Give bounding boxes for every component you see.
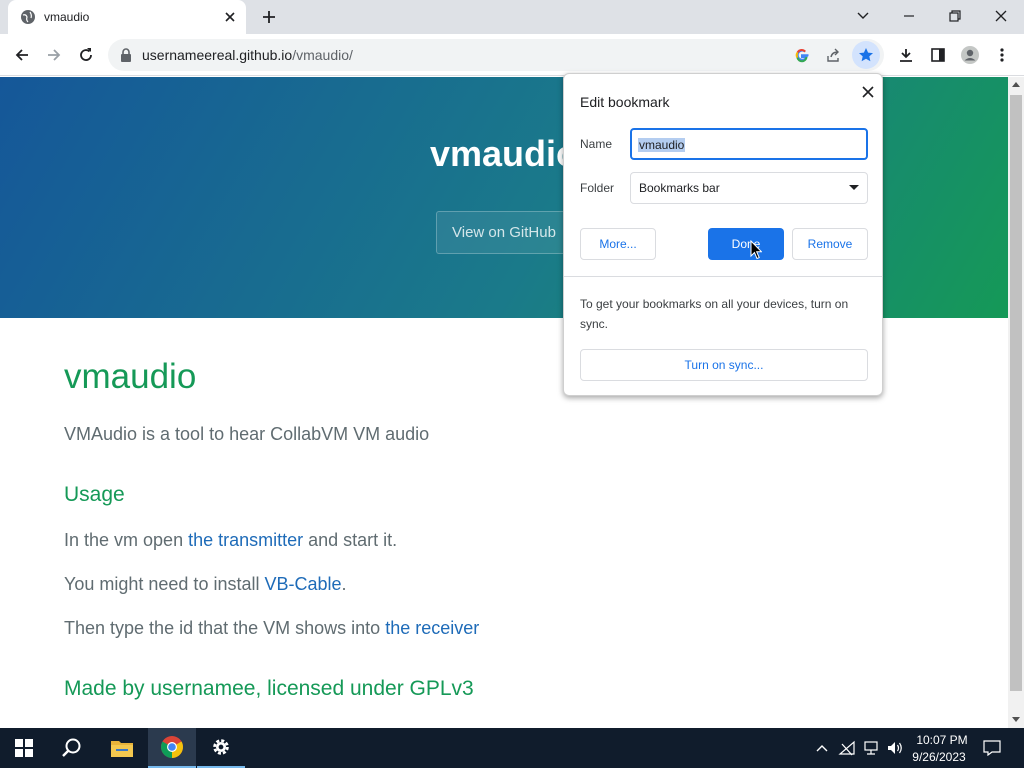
text: . [341, 574, 347, 594]
windows-logo-icon [15, 739, 33, 757]
bookmark-name-input[interactable]: vmaudio [630, 128, 868, 160]
tab-search-icon[interactable] [843, 4, 883, 28]
text: You might need to install [64, 574, 265, 594]
lock-icon[interactable] [120, 47, 132, 63]
folder-select[interactable]: Bookmarks bar [630, 172, 868, 204]
minimize-icon[interactable] [889, 4, 929, 28]
back-icon[interactable] [8, 41, 36, 69]
google-lens-icon[interactable] [788, 41, 816, 69]
close-icon[interactable] [858, 82, 878, 102]
paragraph-transmitter: In the vm open the transmitter and start… [64, 530, 397, 551]
share-icon[interactable] [820, 41, 848, 69]
chrome-icon [161, 736, 183, 758]
search-button[interactable] [48, 728, 96, 768]
scroll-thumb[interactable] [1010, 95, 1022, 691]
folder-icon [111, 741, 133, 757]
bookmark-star-icon[interactable] [852, 41, 880, 69]
profile-icon[interactable] [956, 41, 984, 69]
mouse-cursor-icon [750, 240, 762, 260]
reload-icon[interactable] [72, 41, 100, 69]
url-path: /vmaudio/ [292, 47, 353, 63]
made-by-heading: Made by usernamee, licensed under GPLv3 [64, 677, 474, 700]
text: and start it. [303, 530, 398, 550]
url-text: usernameereal.github.io/vmaudio/ [142, 47, 353, 63]
page-description: VMAudio is a tool to hear CollabVM VM au… [64, 424, 430, 444]
settings-taskbar-button[interactable] [197, 728, 245, 768]
more-button[interactable]: More... [580, 228, 656, 260]
folder-value: Bookmarks bar [639, 181, 720, 195]
notification-icon[interactable] [983, 740, 1001, 756]
tab-vmaudio[interactable]: vmaudio [8, 0, 246, 34]
vb-cable-link[interactable]: VB-Cable [264, 574, 341, 594]
transmitter-link[interactable]: the transmitter [188, 530, 303, 550]
name-label: Name [580, 137, 613, 151]
scroll-up-icon[interactable] [1012, 82, 1020, 87]
ethernet-icon[interactable] [862, 740, 880, 756]
dialog-title: Edit bookmark [580, 94, 670, 110]
chrome-taskbar-button[interactable] [148, 728, 196, 768]
divider [564, 276, 882, 277]
page-scrollbar[interactable] [1008, 77, 1024, 728]
bookmark-name-value: vmaudio [638, 138, 686, 152]
file-explorer-button[interactable] [98, 728, 146, 768]
turn-on-sync-button[interactable]: Turn on sync... [580, 349, 868, 381]
gear-icon [213, 739, 229, 755]
menu-dots-icon[interactable] [988, 41, 1016, 69]
download-icon[interactable] [892, 41, 920, 69]
network-disconnected-icon[interactable] [838, 740, 856, 756]
taskbar: 10:07 PM 9/26/2023 [0, 728, 1024, 768]
dropdown-arrow-icon [849, 185, 859, 190]
view-on-github-button[interactable]: View on GitHub [436, 211, 576, 254]
side-panel-icon[interactable] [924, 41, 952, 69]
text: Then type the id that the VM shows into [64, 618, 386, 638]
new-tab-icon[interactable] [260, 8, 278, 26]
globe-icon [21, 10, 35, 24]
paragraph-receiver: Then type the id that the VM shows into … [64, 618, 479, 639]
receiver-link[interactable]: the receiver [385, 618, 479, 638]
url-domain: usernameereal.github.io [142, 47, 293, 63]
sync-promo-text: To get your bookmarks on all your device… [580, 297, 849, 331]
tab-strip: vmaudio [0, 0, 1024, 34]
chevron-up-icon[interactable] [816, 744, 828, 752]
close-tab-icon[interactable] [222, 9, 238, 25]
clock-date[interactable]: 9/26/2023 [906, 750, 972, 764]
forward-icon[interactable] [40, 41, 68, 69]
browser-toolbar: usernameereal.github.io/vmaudio/ [0, 34, 1024, 76]
text: In the vm open [64, 530, 189, 550]
volume-icon[interactable] [886, 740, 904, 756]
start-button[interactable] [0, 728, 48, 768]
scroll-down-icon[interactable] [1012, 717, 1020, 722]
page-title: vmaudio [64, 357, 197, 396]
remove-button[interactable]: Remove [792, 228, 868, 260]
tab-title: vmaudio [44, 10, 90, 24]
paragraph-vb-cable: You might need to install VB-Cable. [64, 574, 347, 595]
address-bar[interactable]: usernameereal.github.io/vmaudio/ [108, 39, 884, 71]
edit-bookmark-dialog: Edit bookmark Name vmaudio Folder Bookma… [563, 73, 883, 396]
search-icon [62, 738, 81, 757]
usage-heading: Usage [64, 483, 125, 506]
restore-icon[interactable] [935, 4, 975, 28]
clock-time[interactable]: 10:07 PM [912, 733, 972, 747]
close-window-icon[interactable] [981, 4, 1021, 28]
done-button[interactable]: Done [708, 228, 784, 260]
folder-label: Folder [580, 181, 615, 195]
